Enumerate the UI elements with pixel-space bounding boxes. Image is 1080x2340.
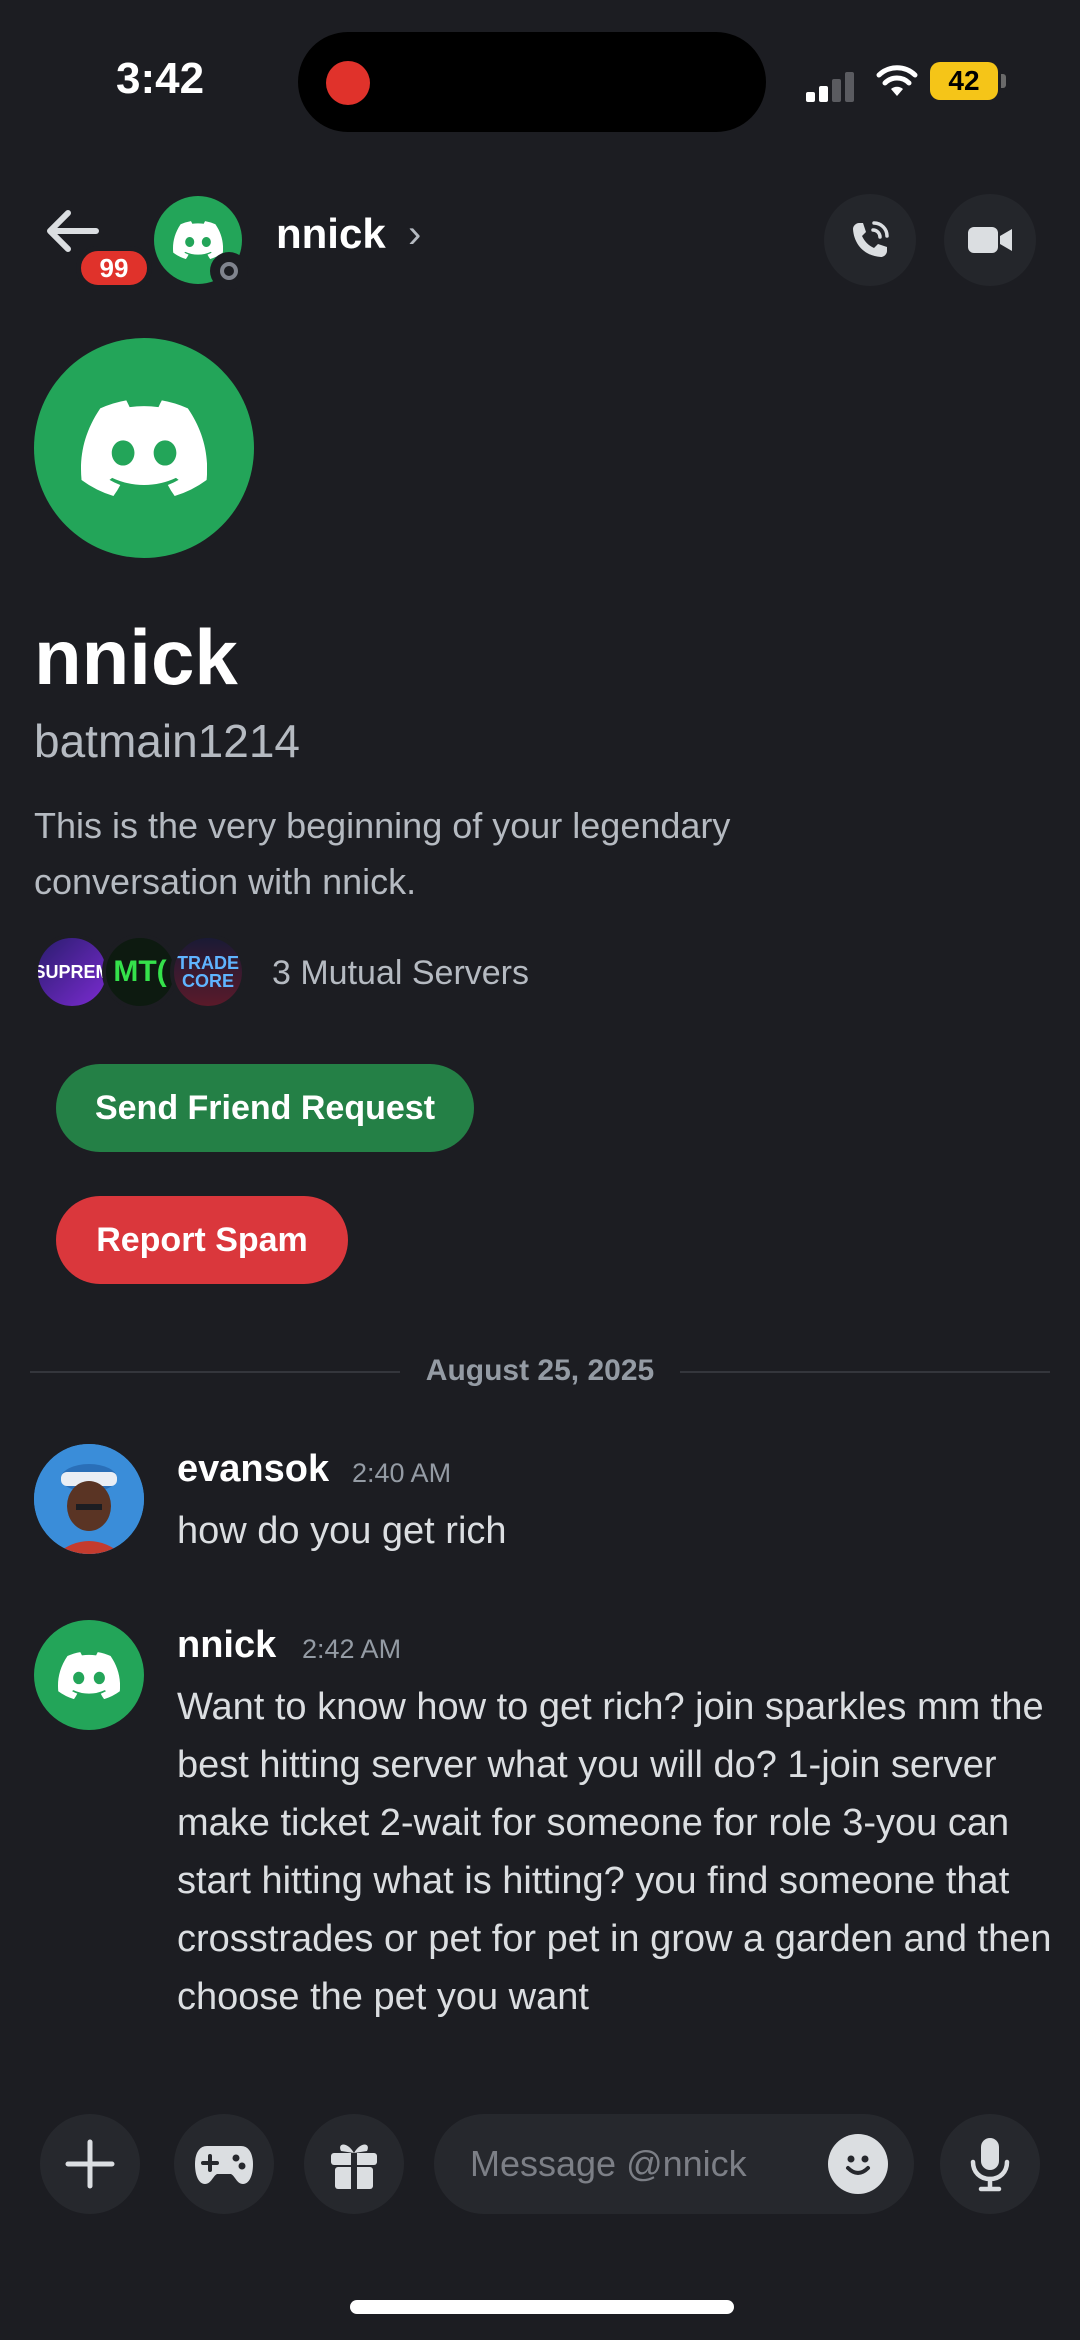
voice-call-button[interactable] bbox=[824, 194, 916, 286]
discord-logo-icon bbox=[173, 221, 223, 259]
offline-status-icon bbox=[210, 252, 248, 290]
microphone-icon bbox=[970, 2138, 1010, 2192]
user-avatar[interactable] bbox=[34, 1620, 144, 1730]
date-divider: August 25, 2025 bbox=[30, 1354, 1050, 1388]
message-text: how do you get rich bbox=[177, 1510, 507, 1552]
divider-line bbox=[680, 1371, 1050, 1373]
gamepad-icon bbox=[195, 2146, 253, 2184]
discord-logo-icon bbox=[81, 400, 207, 496]
message-author[interactable]: nnick bbox=[177, 1624, 276, 1667]
voice-message-button[interactable] bbox=[940, 2114, 1040, 2214]
message-timestamp: 2:40 AM bbox=[352, 1458, 452, 1488]
activities-button[interactable] bbox=[174, 2114, 274, 2214]
user-avatar[interactable] bbox=[34, 1444, 144, 1554]
profile-username: batmain1214 bbox=[34, 715, 300, 767]
user-avatar-image bbox=[34, 1444, 144, 1554]
emoji-button[interactable] bbox=[828, 2134, 888, 2194]
video-call-button[interactable] bbox=[944, 194, 1036, 286]
message-text: Want to know how to get rich? join spark… bbox=[177, 1686, 1052, 2018]
report-spam-button[interactable]: Report Spam bbox=[56, 1196, 348, 1284]
dm-header: 99 nnick › bbox=[0, 180, 1080, 300]
server-icon: MT( bbox=[102, 934, 178, 1010]
status-time: 3:42 bbox=[116, 54, 205, 103]
header-title[interactable]: nnick bbox=[276, 210, 386, 258]
send-friend-request-button[interactable]: Send Friend Request bbox=[56, 1064, 474, 1152]
gift-button[interactable] bbox=[304, 2114, 404, 2214]
mutual-servers-label: 3 Mutual Servers bbox=[272, 954, 529, 992]
status-bar: 3:42 42 bbox=[0, 0, 1080, 170]
wifi-icon bbox=[876, 65, 918, 96]
server-icon: SUPREM bbox=[34, 934, 110, 1010]
video-camera-icon bbox=[968, 227, 1012, 253]
home-indicator[interactable] bbox=[350, 2300, 734, 2314]
message-author[interactable]: evansok bbox=[177, 1448, 329, 1491]
message-timestamp: 2:42 AM bbox=[302, 1634, 402, 1664]
server-icon: TRADE CORE bbox=[170, 934, 246, 1010]
profile-avatar[interactable] bbox=[34, 338, 254, 558]
recording-dot-icon bbox=[326, 61, 370, 105]
chevron-right-icon[interactable]: › bbox=[408, 212, 421, 257]
unread-badge: 99 bbox=[76, 246, 152, 290]
message-composer bbox=[0, 2114, 1080, 2224]
cellular-signal-icon bbox=[806, 68, 860, 102]
discord-logo-icon bbox=[58, 1652, 120, 1699]
gift-icon bbox=[331, 2144, 377, 2189]
emoji-icon bbox=[846, 2155, 870, 2175]
battery-indicator: 42 bbox=[930, 62, 1006, 100]
phone-icon bbox=[853, 221, 889, 257]
plus-icon bbox=[65, 2139, 115, 2189]
conversation-intro-text: This is the very beginning of your legen… bbox=[34, 805, 731, 902]
dynamic-island bbox=[298, 32, 766, 132]
profile-display-name: nnick bbox=[34, 613, 238, 701]
attach-button[interactable] bbox=[40, 2114, 140, 2214]
